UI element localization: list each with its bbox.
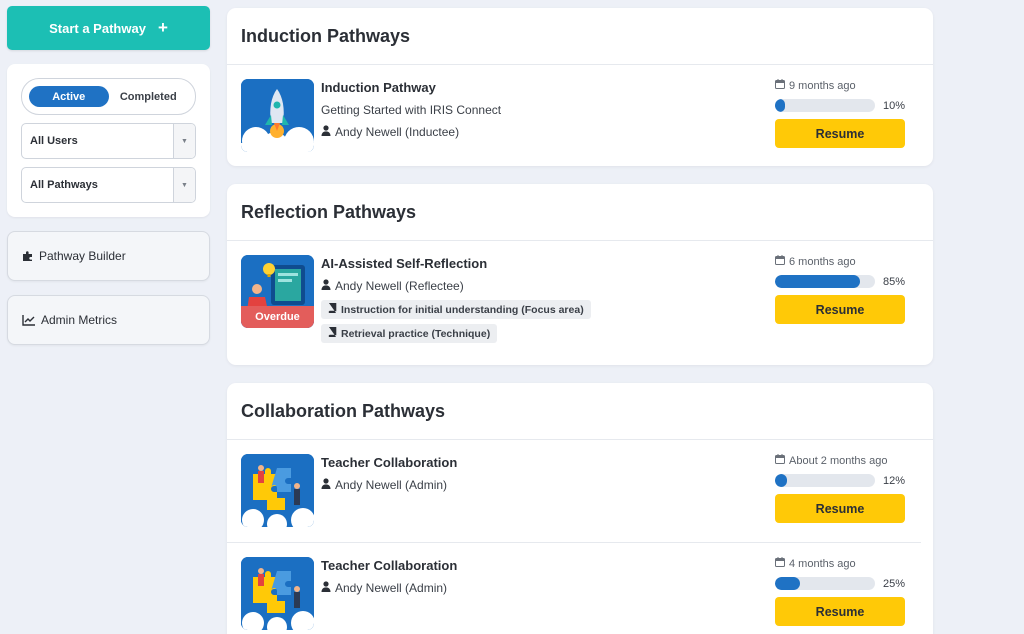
puzzle-thumbnail	[241, 557, 314, 630]
pathway-card[interactable]: Teacher Collaboration Andy Newell (Admin…	[227, 440, 933, 542]
pathway-date: 4 months ago	[775, 557, 905, 570]
resume-button[interactable]: Resume	[775, 597, 905, 626]
progress-percent: 25%	[882, 577, 905, 590]
users-select-value: All Users	[30, 135, 78, 147]
progress-bar	[775, 99, 876, 112]
reflection-thumbnail: Overdue	[241, 255, 314, 328]
reflection-section: Reflection Pathways Overdue AI-Assisted …	[227, 184, 933, 365]
toggle-active[interactable]: Active	[29, 86, 109, 107]
resume-button[interactable]: Resume	[775, 494, 905, 523]
pathway-builder-label: Pathway Builder	[39, 249, 126, 263]
progress-bar	[775, 474, 876, 487]
user-icon	[321, 477, 331, 493]
book-icon	[328, 302, 337, 316]
start-pathway-button[interactable]: Start a Pathway +	[7, 6, 210, 50]
progress-row: 10%	[775, 99, 905, 112]
focus-tag: Instruction for initial understanding (F…	[321, 300, 591, 319]
collaboration-section: Collaboration Pathways Teacher Collabora…	[227, 383, 933, 634]
sidebar: Start a Pathway + Active Completed All U…	[7, 6, 210, 345]
pathway-date: 6 months ago	[775, 255, 905, 268]
start-pathway-label: Start a Pathway	[49, 20, 146, 36]
pathway-status: About 2 months ago 12% Resume	[775, 454, 905, 523]
progress-bar	[775, 577, 876, 590]
tag-label: Instruction for initial understanding (F…	[341, 303, 584, 316]
induction-section: Induction Pathways Induction Pathway Get…	[227, 8, 933, 166]
pathway-status: 6 months ago 85% Resume	[775, 255, 905, 324]
pathway-date: About 2 months ago	[775, 454, 905, 467]
section-title: Collaboration Pathways	[227, 383, 933, 440]
overdue-badge: Overdue	[241, 306, 314, 328]
chevron-down-icon: ▼	[173, 124, 195, 158]
plus-icon: +	[157, 18, 168, 37]
pathway-user-name: Andy Newell (Reflectee)	[335, 279, 464, 293]
progress-fill	[775, 577, 801, 590]
progress-bar	[775, 275, 876, 288]
users-select[interactable]: All Users ▼	[21, 123, 196, 159]
pathway-card[interactable]: Induction Pathway Getting Started with I…	[227, 65, 933, 166]
pathways-select-value: All Pathways	[30, 179, 98, 191]
progress-row: 85%	[775, 275, 905, 288]
user-icon	[321, 580, 331, 596]
pathway-user-name: Andy Newell (Inductee)	[335, 125, 460, 139]
pathways-select[interactable]: All Pathways ▼	[21, 167, 196, 203]
progress-percent: 10%	[882, 99, 905, 112]
progress-percent: 85%	[882, 275, 905, 288]
pathway-date-text: 9 months ago	[789, 79, 856, 92]
book-icon	[328, 326, 337, 340]
pathway-status: 9 months ago 10% Resume	[775, 79, 905, 148]
pathway-date-text: 4 months ago	[789, 557, 856, 570]
section-title: Induction Pathways	[227, 8, 933, 65]
pathway-builder-link[interactable]: Pathway Builder	[7, 231, 210, 281]
toggle-completed[interactable]: Completed	[109, 86, 189, 107]
resume-button[interactable]: Resume	[775, 295, 905, 324]
progress-row: 25%	[775, 577, 905, 590]
pathway-status: 4 months ago 25% Resume	[775, 557, 905, 626]
filter-panel: Active Completed All Users ▼ All Pathway…	[7, 64, 210, 217]
puzzle-thumbnail	[241, 454, 314, 527]
pathway-date-text: 6 months ago	[789, 255, 856, 268]
progress-fill	[775, 275, 861, 288]
pathway-user-name: Andy Newell (Admin)	[335, 478, 448, 492]
progress-fill	[775, 99, 786, 112]
admin-metrics-label: Admin Metrics	[41, 313, 118, 327]
resume-button[interactable]: Resume	[775, 119, 905, 148]
calendar-icon	[775, 79, 785, 92]
user-icon	[321, 278, 331, 294]
pathway-card[interactable]: Overdue AI-Assisted Self-Reflection Andy…	[227, 241, 933, 365]
puzzle-icon	[22, 250, 34, 262]
progress-row: 12%	[775, 474, 905, 487]
pathway-user-name: Andy Newell (Admin)	[335, 581, 448, 595]
technique-tag: Retrieval practice (Technique)	[321, 324, 498, 343]
rocket-thumbnail	[241, 79, 314, 152]
pathway-date-text: About 2 months ago	[789, 454, 888, 467]
chevron-down-icon: ▼	[173, 168, 195, 202]
line-chart-icon	[22, 314, 36, 326]
user-icon	[321, 124, 331, 140]
calendar-icon	[775, 557, 785, 570]
tag-label: Retrieval practice (Technique)	[341, 327, 491, 340]
admin-metrics-link[interactable]: Admin Metrics	[7, 295, 210, 345]
progress-fill	[775, 474, 788, 487]
calendar-icon	[775, 454, 785, 467]
progress-percent: 12%	[882, 474, 905, 487]
section-title: Reflection Pathways	[227, 184, 933, 241]
pathway-card[interactable]: Teacher Collaboration Andy Newell (Admin…	[227, 542, 921, 634]
pathway-date: 9 months ago	[775, 79, 905, 92]
calendar-icon	[775, 255, 785, 268]
status-toggle: Active Completed	[21, 78, 196, 115]
